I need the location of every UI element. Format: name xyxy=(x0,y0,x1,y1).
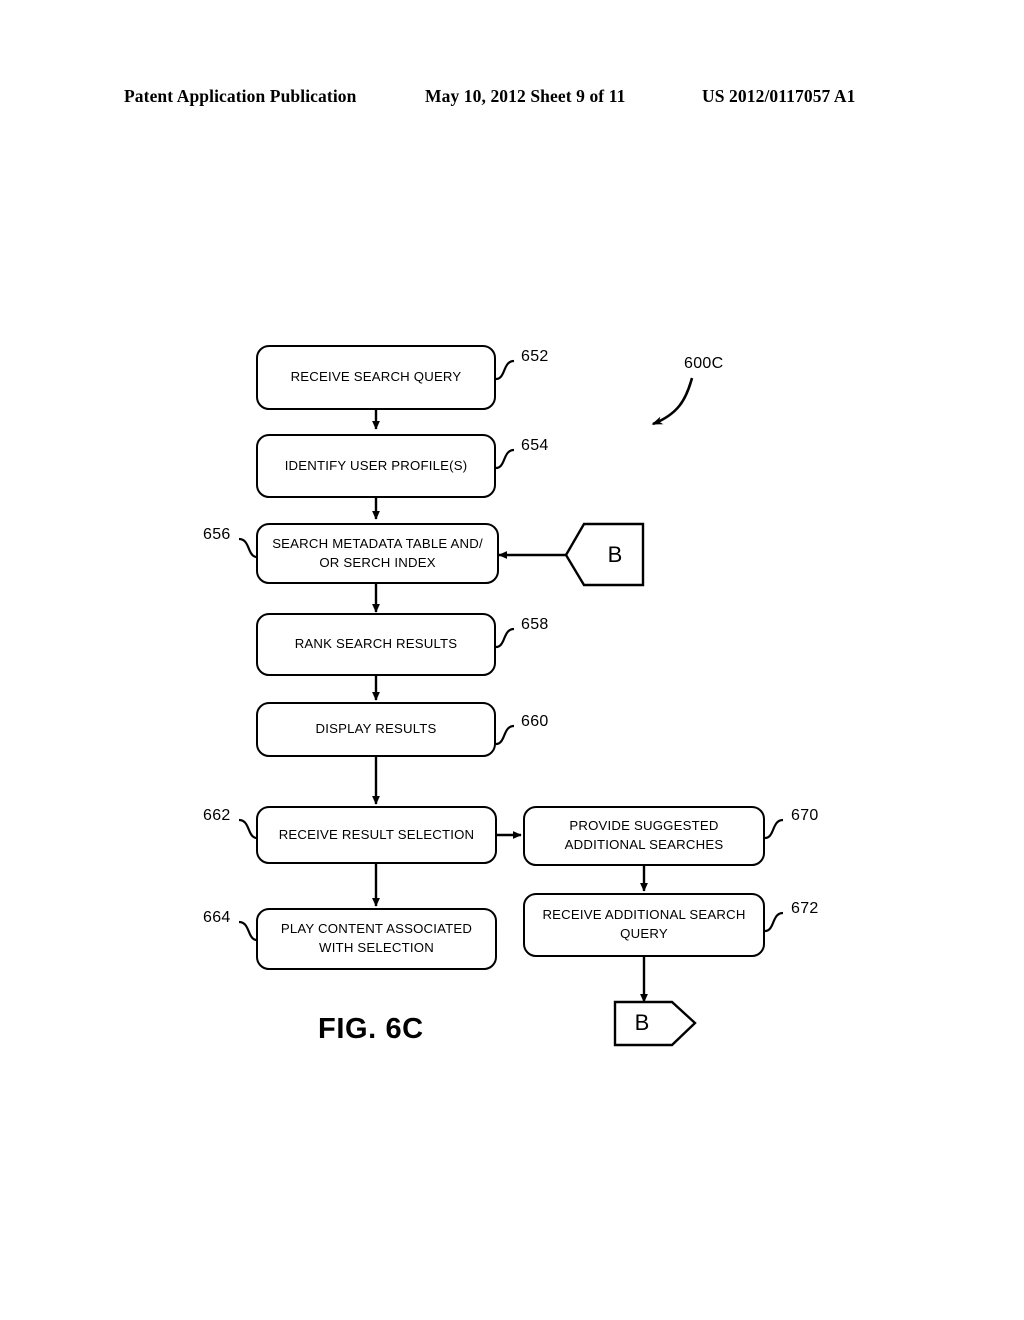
leader-664 xyxy=(238,920,258,942)
connector-b-bottom-label: B xyxy=(634,1010,650,1035)
figure-id-leader-arrow xyxy=(651,377,694,426)
ref-numeral-662: 662 xyxy=(203,807,231,824)
ref-numeral-654: 654 xyxy=(521,437,549,454)
connector-b-top-label: B xyxy=(607,542,623,567)
flow-box-identify-user-profiles[interactable]: IDENTIFY USER PROFILE(S) xyxy=(256,434,496,498)
flowchart-drawing xyxy=(238,359,784,1047)
ref-numeral-672: 672 xyxy=(791,900,819,917)
ref-numeral-660: 660 xyxy=(521,713,549,730)
leader-672 xyxy=(764,911,784,933)
flow-box-receive-result-selection[interactable]: RECEIVE RESULT SELECTION xyxy=(256,806,497,864)
leader-656 xyxy=(238,537,258,559)
leader-652 xyxy=(495,359,515,381)
flow-box-rank-search-results[interactable]: RANK SEARCH RESULTS xyxy=(256,613,496,676)
flow-box-receive-additional-query[interactable]: RECEIVE ADDITIONAL SEARCH QUERY xyxy=(523,893,765,957)
ref-numeral-670: 670 xyxy=(791,807,819,824)
ref-numeral-656: 656 xyxy=(203,526,231,543)
flow-box-search-metadata-table[interactable]: SEARCH METADATA TABLE AND/ OR SERCH INDE… xyxy=(256,523,499,584)
leader-658 xyxy=(495,627,515,649)
leader-654 xyxy=(495,448,515,470)
flow-box-provide-suggested-searches[interactable]: PROVIDE SUGGESTED ADDITIONAL SEARCHES xyxy=(523,806,765,866)
ref-numeral-658: 658 xyxy=(521,616,549,633)
figure-caption: FIG. 6C xyxy=(318,1013,424,1045)
flow-box-play-content-associated[interactable]: PLAY CONTENT ASSOCIATED WITH SELECTION xyxy=(256,908,497,970)
ref-numeral-664: 664 xyxy=(203,909,231,926)
leader-670 xyxy=(764,818,784,840)
leader-660 xyxy=(495,724,515,746)
flow-box-display-results[interactable]: DISPLAY RESULTS xyxy=(256,702,496,757)
flow-box-receive-search-query[interactable]: RECEIVE SEARCH QUERY xyxy=(256,345,496,410)
leader-662 xyxy=(238,818,258,840)
ref-numeral-652: 652 xyxy=(521,348,549,365)
figure-identifier-600c: 600C xyxy=(684,355,724,372)
